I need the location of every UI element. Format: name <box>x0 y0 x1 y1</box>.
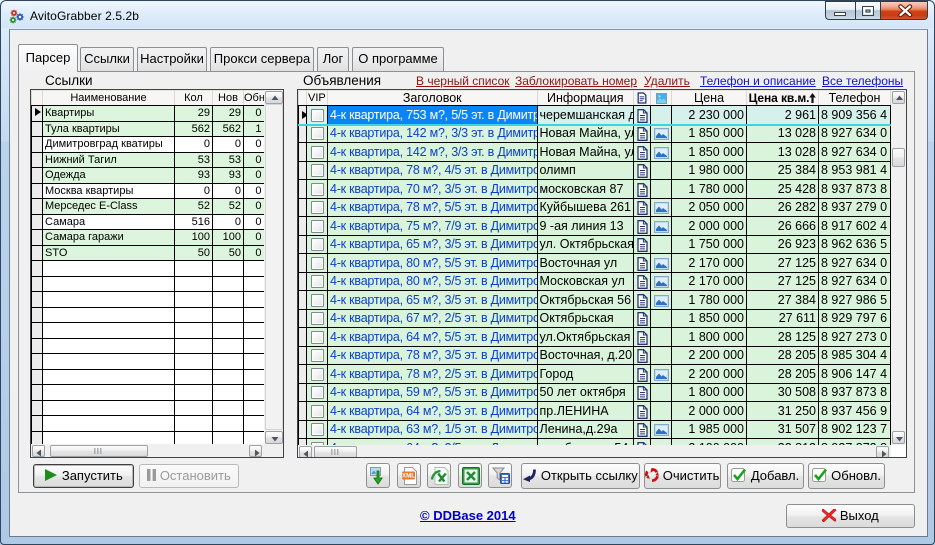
svg-text:XML: XML <box>401 472 414 479</box>
